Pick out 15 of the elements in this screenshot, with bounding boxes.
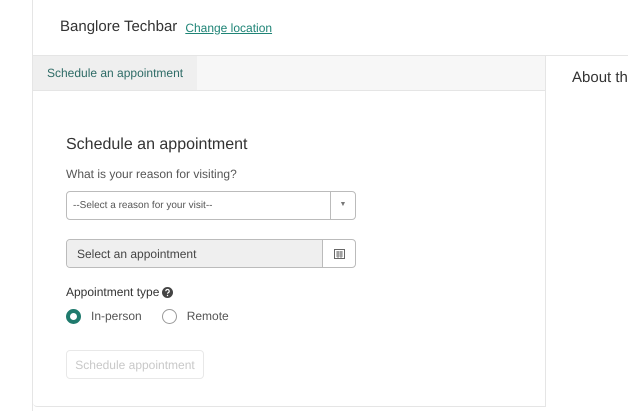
help-icon[interactable] bbox=[162, 286, 174, 298]
tab[interactable]: Schedule an appointment bbox=[33, 56, 198, 90]
location-name: Banglore Techbar bbox=[60, 17, 178, 38]
radio-option[interactable]: Remote bbox=[162, 307, 229, 325]
change-location-link[interactable]: Change location bbox=[185, 18, 272, 36]
calendar-icon[interactable] bbox=[334, 248, 344, 259]
form-title: Schedule an appointment bbox=[66, 135, 248, 155]
radio-option[interactable]: In-person bbox=[66, 307, 142, 325]
type-label: Appointment type bbox=[66, 284, 160, 301]
select-value: --Select a reason for your visit-- bbox=[72, 199, 214, 213]
reason-label: What is your reason for visiting? bbox=[66, 166, 238, 183]
panel-title: About th bbox=[572, 69, 628, 86]
radio-button[interactable] bbox=[66, 308, 81, 324]
radio-button[interactable] bbox=[162, 308, 177, 324]
appointment-field[interactable]: Select an appointment bbox=[66, 239, 356, 268]
